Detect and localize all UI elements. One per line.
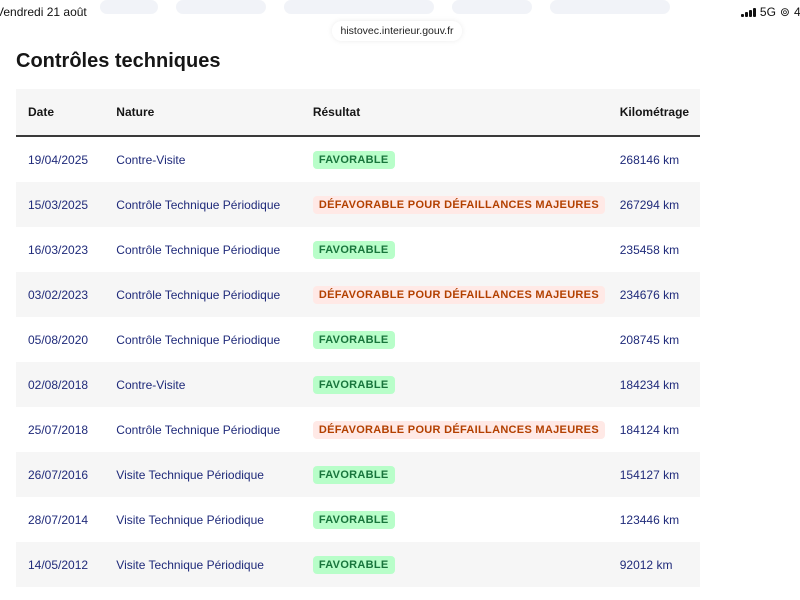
row-mileage: 92012 km — [619, 542, 700, 587]
background-tab — [550, 0, 670, 14]
row-mileage: 184234 km — [619, 362, 700, 407]
row-date: 25/07/2018 — [28, 422, 89, 437]
row-result: DÉFAVORABLE POUR DÉFAILLANCES MAJEURES — [312, 407, 620, 452]
table-header-row: Date Nature Résultat Kilométrage — [16, 89, 700, 137]
status-badge: FAVORABLE — [312, 555, 395, 574]
table-row: 16/03/2023 Contrôle Technique Périodique… — [16, 227, 700, 272]
row-result: FAVORABLE — [312, 452, 620, 497]
header-date: Date — [16, 89, 117, 137]
row-date: 05/08/2020 — [28, 332, 89, 347]
row-result: FAVORABLE — [312, 227, 620, 272]
row-result: DÉFAVORABLE POUR DÉFAILLANCES MAJEURES — [312, 182, 620, 227]
row-result: FAVORABLE — [312, 362, 620, 407]
row-mileage: 184124 km — [619, 422, 680, 437]
status-badge: FAVORABLE — [312, 150, 395, 169]
status-badge: FAVORABLE — [312, 375, 395, 394]
main-content: Contrôles techniques Date Nature Résulta… — [0, 36, 800, 600]
table-row: 14/05/2012 Visite Technique Périodique F… — [16, 542, 700, 587]
row-nature: Contrôle Technique Périodique — [116, 272, 313, 317]
row-nature: Contrôle Technique Périodique — [116, 422, 281, 437]
header-mileage: Kilométrage — [619, 89, 700, 137]
row-date: 16/03/2023 — [28, 242, 89, 257]
row-mileage: 123446 km — [619, 512, 680, 527]
status-badge: FAVORABLE — [312, 240, 395, 259]
signal-icon — [740, 7, 756, 17]
background-tab — [284, 0, 434, 14]
status-badge: DÉFAVORABLE POUR DÉFAILLANCES MAJEURES — [312, 285, 605, 304]
row-mileage: 268146 km — [619, 152, 680, 167]
row-date: 14/05/2012 — [16, 542, 117, 587]
table-row: 03/02/2023 Contrôle Technique Périodique… — [16, 272, 700, 317]
table-row: 25/07/2018 Contrôle Technique Périodique… — [16, 407, 700, 452]
row-nature: Contrôle Technique Périodique — [116, 182, 313, 227]
status-badge: DÉFAVORABLE POUR DÉFAILLANCES MAJEURES — [312, 420, 605, 439]
row-result: FAVORABLE — [312, 317, 620, 362]
background-tab — [452, 0, 532, 14]
table-row: 28/07/2014 Visite Technique Périodique F… — [16, 497, 700, 542]
row-date: 19/04/2025 — [28, 152, 89, 167]
row-mileage: 234676 km — [619, 272, 700, 317]
header-nature: Nature — [116, 89, 313, 137]
table-row: 02/08/2018 Contre-Visite FAVORABLE 18423… — [16, 362, 700, 407]
row-mileage: 208745 km — [619, 332, 680, 347]
status-badge: FAVORABLE — [312, 330, 395, 349]
status-right: 5G ⊚ 4: — [740, 5, 800, 19]
row-nature: Visite Technique Périodique — [116, 542, 313, 587]
table-row: 26/07/2016 Visite Technique Périodique F… — [16, 452, 700, 497]
row-nature: Contre-Visite — [116, 152, 186, 167]
background-tabs — [100, 0, 800, 16]
table-row: 15/03/2025 Contrôle Technique Périodique… — [16, 182, 700, 227]
row-date: 02/08/2018 — [16, 362, 117, 407]
row-date: 26/07/2016 — [16, 452, 117, 497]
status-date: Vendredi 21 août — [0, 5, 87, 19]
status-badge: FAVORABLE — [312, 510, 395, 529]
row-date: 28/07/2014 — [28, 512, 89, 527]
row-nature: Visite Technique Périodique — [116, 452, 313, 497]
row-nature: Contre-Visite — [116, 362, 313, 407]
header-result: Résultat — [312, 89, 620, 137]
row-nature: Visite Technique Périodique — [116, 512, 264, 527]
table-row: 05/08/2020 Contrôle Technique Périodique… — [16, 317, 700, 362]
page-title: Contrôles techniques — [16, 50, 221, 72]
row-result: FAVORABLE — [312, 136, 620, 182]
row-nature: Contrôle Technique Périodique — [116, 242, 281, 257]
row-date: 15/03/2025 — [16, 182, 117, 227]
row-result: FAVORABLE — [312, 542, 620, 587]
row-date: 03/02/2023 — [16, 272, 117, 317]
background-tab — [100, 0, 158, 14]
status-badge: FAVORABLE — [312, 465, 395, 484]
row-nature: Contrôle Technique Périodique — [116, 332, 281, 347]
row-mileage: 154127 km — [619, 452, 700, 497]
row-mileage: 235458 km — [619, 242, 680, 257]
table-row: 19/04/2025 Contre-Visite FAVORABLE 26814… — [16, 136, 700, 182]
background-tab — [176, 0, 266, 14]
row-mileage: 267294 km — [619, 182, 700, 227]
status-badge: DÉFAVORABLE POUR DÉFAILLANCES MAJEURES — [312, 195, 605, 214]
battery-partial: 4: — [793, 5, 800, 19]
inspection-table: Date Nature Résultat Kilométrage 19/04/2… — [16, 89, 700, 587]
row-result: FAVORABLE — [312, 497, 620, 542]
location-icon: ⊚ — [779, 5, 790, 19]
network-type: 5G — [759, 5, 776, 19]
row-result: DÉFAVORABLE POUR DÉFAILLANCES MAJEURES — [312, 272, 620, 317]
